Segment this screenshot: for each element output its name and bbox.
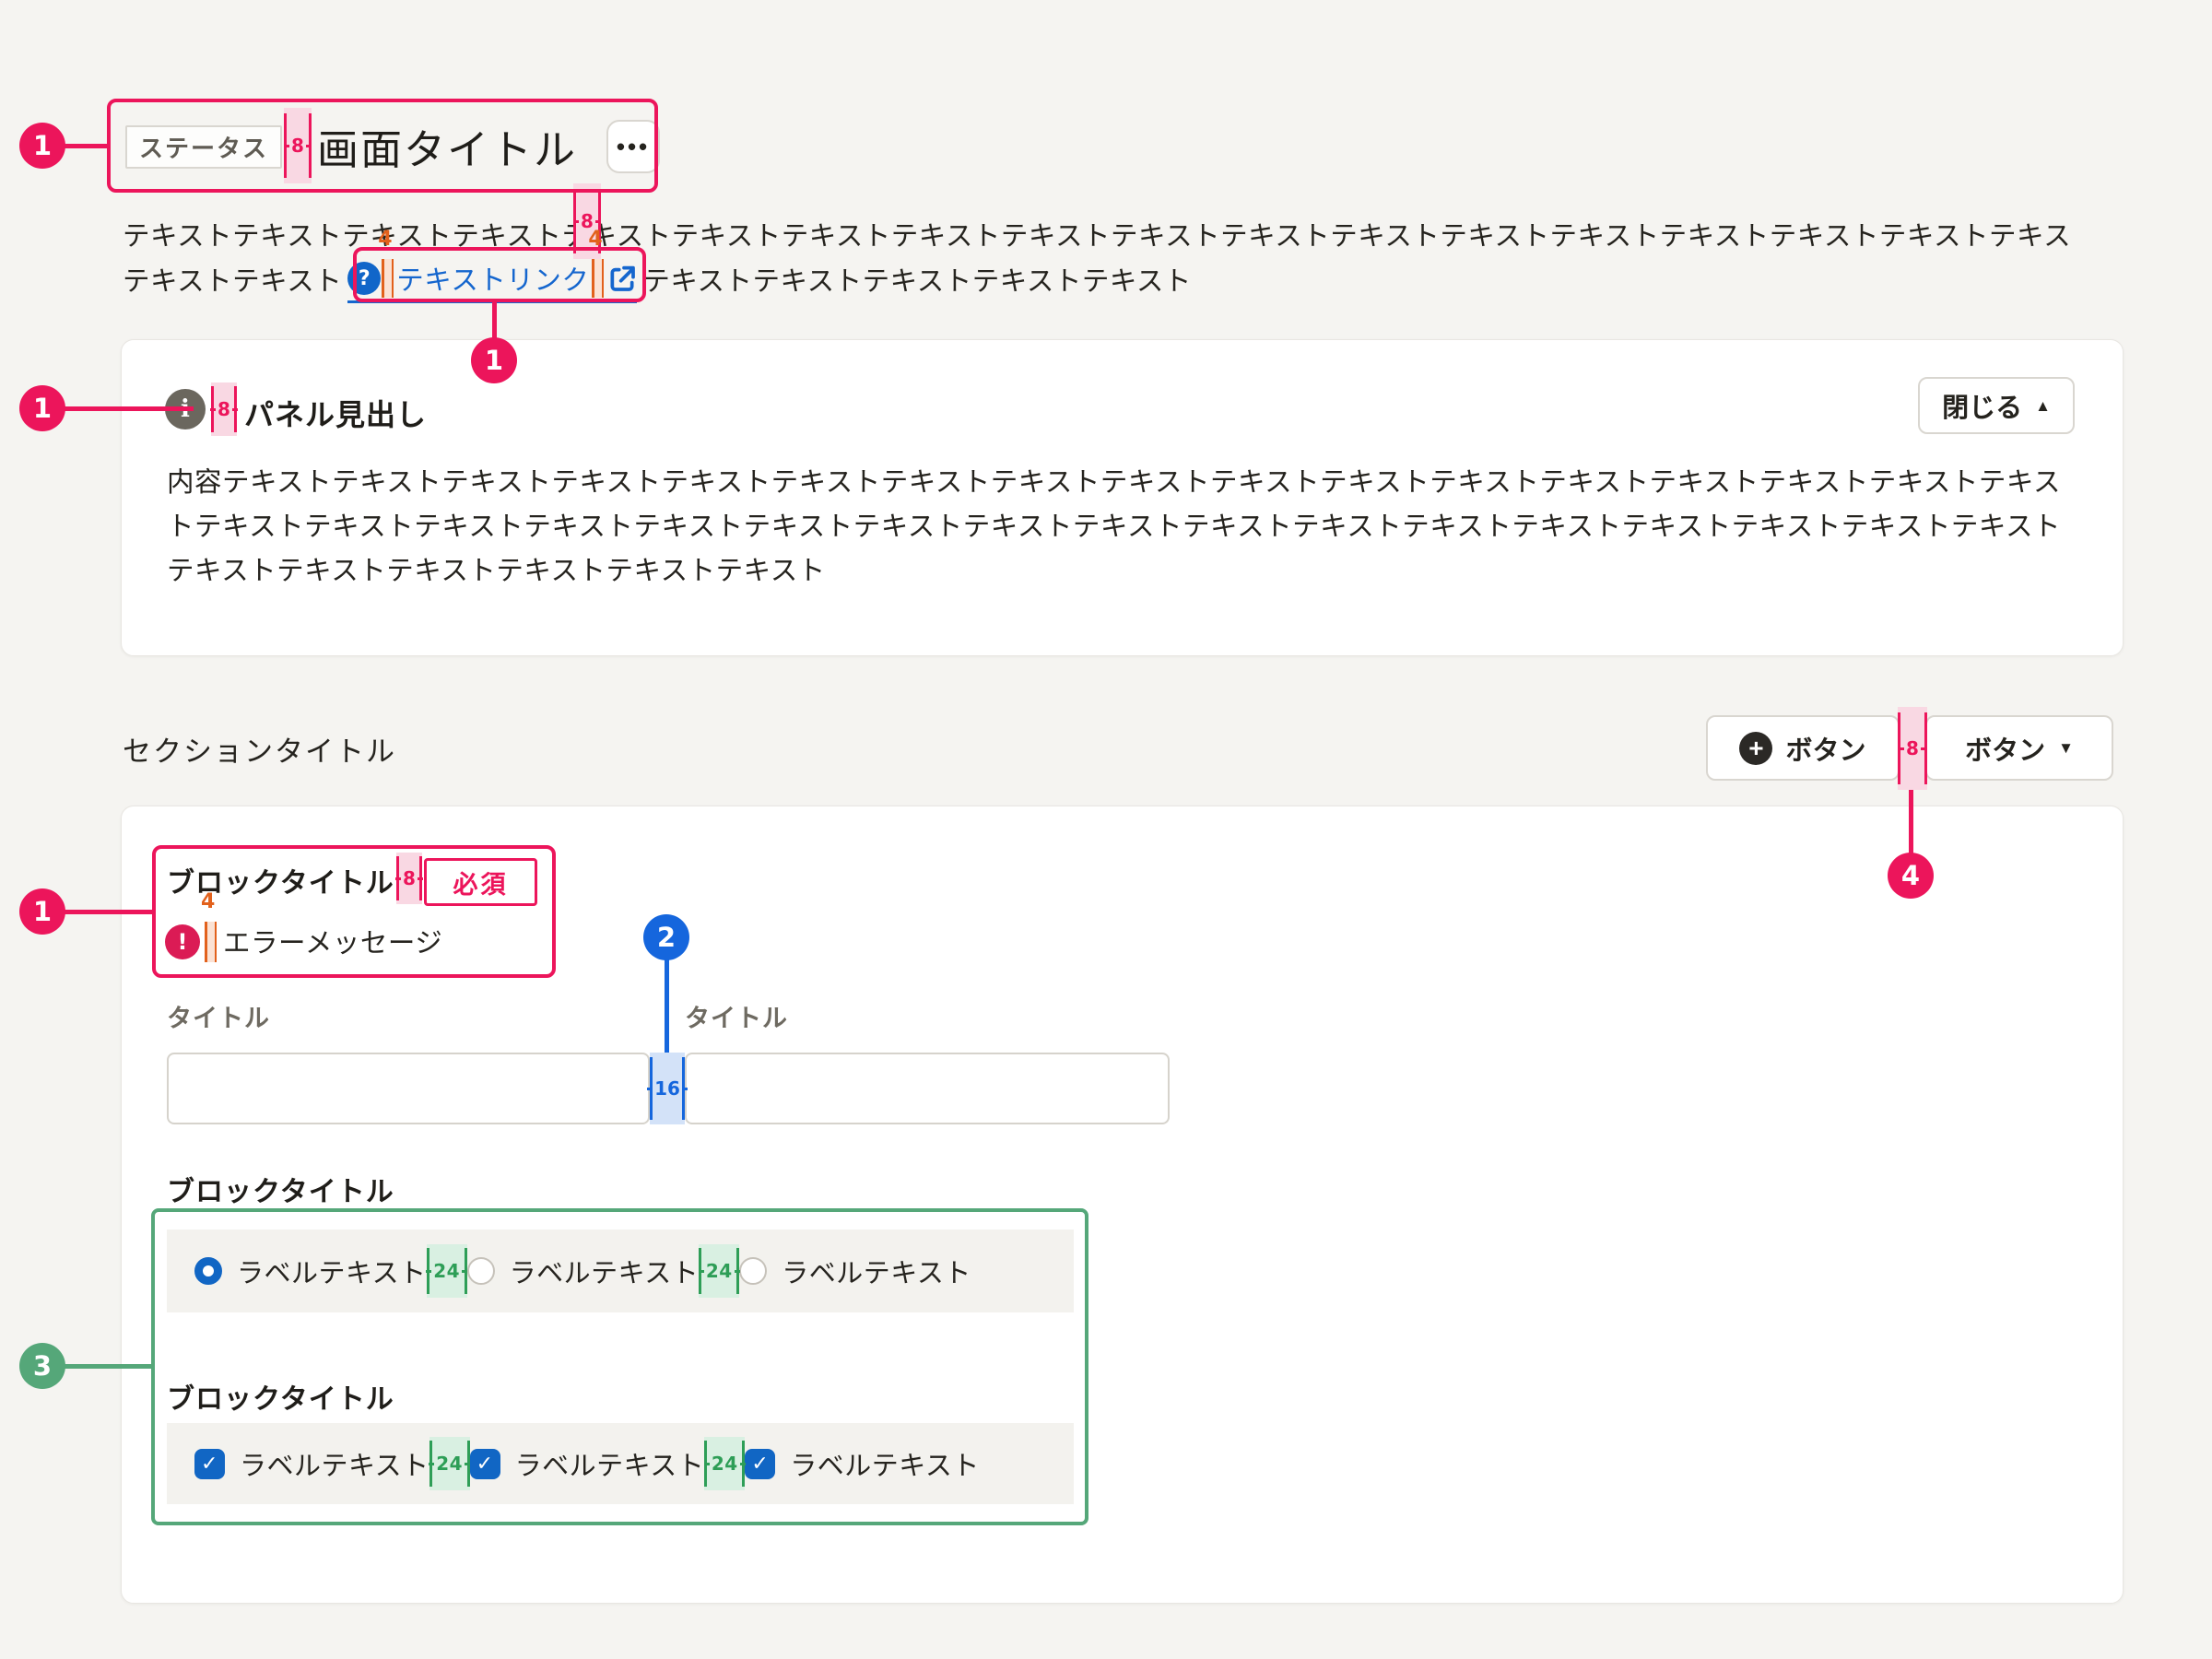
callout-badge-4: 4 (1888, 853, 1934, 899)
radio-label: ラベルテキスト (510, 1252, 700, 1290)
chevron-down-icon: ▼ (2058, 740, 2074, 756)
spacing-value: 24 (704, 1454, 746, 1473)
checkbox-checked[interactable]: ✓ (470, 1449, 500, 1479)
callout-2-connector (665, 957, 669, 1053)
callout-number: 4 (1901, 860, 1920, 891)
more-dots-icon: ••• (617, 133, 650, 161)
page-title: 画面タイトル (317, 116, 577, 176)
callout-number: 1 (33, 896, 52, 927)
spacing-value: 4 (201, 890, 215, 913)
radio-unselected[interactable] (467, 1257, 495, 1285)
callout-number: 1 (485, 345, 503, 376)
spacing-value: 8 (395, 869, 423, 888)
check-icon: ✓ (201, 1453, 218, 1476)
spacing-value: 24 (426, 1262, 467, 1280)
panel-close-button[interactable]: 閉じる ▲ (1918, 377, 2075, 434)
callout-4-connector (1909, 790, 1913, 856)
check-icon: ✓ (751, 1453, 769, 1476)
status-badge: ステータス (125, 125, 282, 169)
intro-text-line2: テキストテキスト ? 4 テキストリンク 4 テキストテキストテキストテキストテ… (123, 256, 1192, 306)
callout-number: 1 (33, 130, 52, 161)
help-icon[interactable]: ? (347, 262, 381, 295)
panel-body-text: 内容テキストテキストテキストテキストテキストテキストテキストテキストテキストテキ… (167, 460, 2082, 593)
checkbox-group-row: ✓ ラベルテキスト 24 ✓ ラベルテキスト 24 ✓ ラベルテキスト (167, 1423, 1074, 1504)
spacing-value: 4 (588, 228, 602, 251)
required-badge: 必須 (424, 858, 537, 906)
spacing-marker-8: 8 (396, 853, 422, 904)
checkbox-label: ラベルテキスト (240, 1444, 429, 1483)
external-link-icon (607, 264, 637, 293)
spacing-value: 24 (699, 1262, 740, 1280)
text-input-2[interactable] (685, 1053, 1170, 1124)
callout-number: 1 (33, 393, 52, 424)
spacing-marker-24: 24 (704, 1437, 745, 1490)
spacing-marker-24: 24 (699, 1244, 739, 1298)
field-label-2: タイトル (685, 998, 788, 1034)
text-link[interactable]: ? 4 テキストリンク 4 (347, 259, 637, 303)
check-icon: ✓ (477, 1453, 494, 1476)
checkbox-label: ラベルテキスト (790, 1444, 980, 1483)
callout-badge-1-error: 1 (19, 888, 65, 935)
spacing-marker-8: 8 (211, 382, 237, 436)
more-actions-button[interactable]: ••• (606, 120, 660, 173)
intro-line2-pre: テキストテキスト (123, 259, 342, 303)
status-badge-label: ステータス (139, 130, 268, 164)
checkbox-label: ラベルテキスト (515, 1444, 705, 1483)
field-label-1: タイトル (167, 998, 270, 1034)
intro-line2-post: テキストテキストテキストテキストテキスト (642, 259, 1192, 303)
callout-number: 3 (33, 1350, 52, 1382)
add-button-label: ボタン (1785, 729, 1865, 768)
checkbox-checked[interactable]: ✓ (194, 1449, 225, 1479)
spacing-value: 8 (1899, 739, 1926, 758)
spacing-marker-4: 4 (592, 259, 604, 298)
checkbox-checked[interactable]: ✓ (745, 1449, 775, 1479)
spacing-marker-8: 8 (1898, 707, 1927, 790)
info-panel: i 8 パネル見出し 閉じる ▲ 内容テキストテキストテキストテキストテキストテ… (121, 339, 2124, 656)
panel-heading: パネル見出し (244, 392, 427, 434)
intro-text-line1: テキストテキストテキストテキストテキストテキストテキストテキストテキストテキスト… (123, 214, 2113, 258)
callout-badge-1-panel: 1 (19, 385, 65, 431)
radio-block-title: ブロックタイトル (167, 1169, 394, 1209)
chevron-up-icon: ▲ (2035, 398, 2051, 414)
spacing-value: 8 (284, 136, 312, 155)
radio-label: ラベルテキスト (782, 1252, 971, 1290)
error-message: エラーメッセージ (223, 921, 442, 965)
menu-button-label: ボタン (1965, 729, 2045, 768)
radio-selected[interactable] (194, 1257, 222, 1285)
radio-unselected[interactable] (739, 1257, 767, 1285)
callout-badge-1-link: 1 (471, 337, 517, 383)
radio-group-row: ラベルテキスト 24 ラベルテキスト 24 ラベルテキスト (167, 1230, 1074, 1312)
plus-icon: + (1739, 732, 1772, 765)
radio-label: ラベルテキスト (237, 1252, 427, 1290)
callout-number: 2 (657, 922, 676, 953)
spacing-marker-16: 16 (650, 1053, 685, 1124)
design-spec-page: 1 ステータス 8 画面タイトル 8 ••• テキストテキストテキストテキストテ… (0, 0, 2212, 1659)
error-icon: ! (165, 924, 200, 959)
spacing-marker-24: 24 (429, 1437, 470, 1490)
checkbox-block-title: ブロックタイトル (167, 1376, 394, 1417)
form-card: ブロックタイトル 8 必須 ! 4 エラーメッセージ タイトル タイトル 16 (121, 806, 2124, 1604)
spacing-marker-4: 4 (382, 259, 394, 298)
spacing-value: 8 (210, 400, 238, 418)
text-input-1[interactable] (167, 1053, 650, 1124)
menu-button[interactable]: ボタン ▼ (1925, 715, 2113, 781)
section-title: セクションタイトル (123, 728, 396, 770)
add-button[interactable]: + ボタン (1706, 715, 1900, 781)
text-link-label[interactable]: テキストリンク (396, 259, 589, 298)
spacing-marker-8: 8 (284, 108, 312, 183)
spacing-marker-24: 24 (427, 1244, 467, 1298)
spacing-value: 16 (647, 1079, 688, 1098)
callout-1-link-connector (492, 302, 497, 341)
spacing-marker-4: 4 (205, 922, 217, 962)
callout-badge-3: 3 (19, 1343, 65, 1389)
panel-close-label: 閉じる (1942, 386, 2022, 425)
callout-badge-1-title: 1 (19, 123, 65, 169)
spacing-value: 24 (429, 1454, 470, 1473)
spacing-value: 4 (378, 228, 392, 251)
callout-badge-2: 2 (643, 914, 689, 960)
